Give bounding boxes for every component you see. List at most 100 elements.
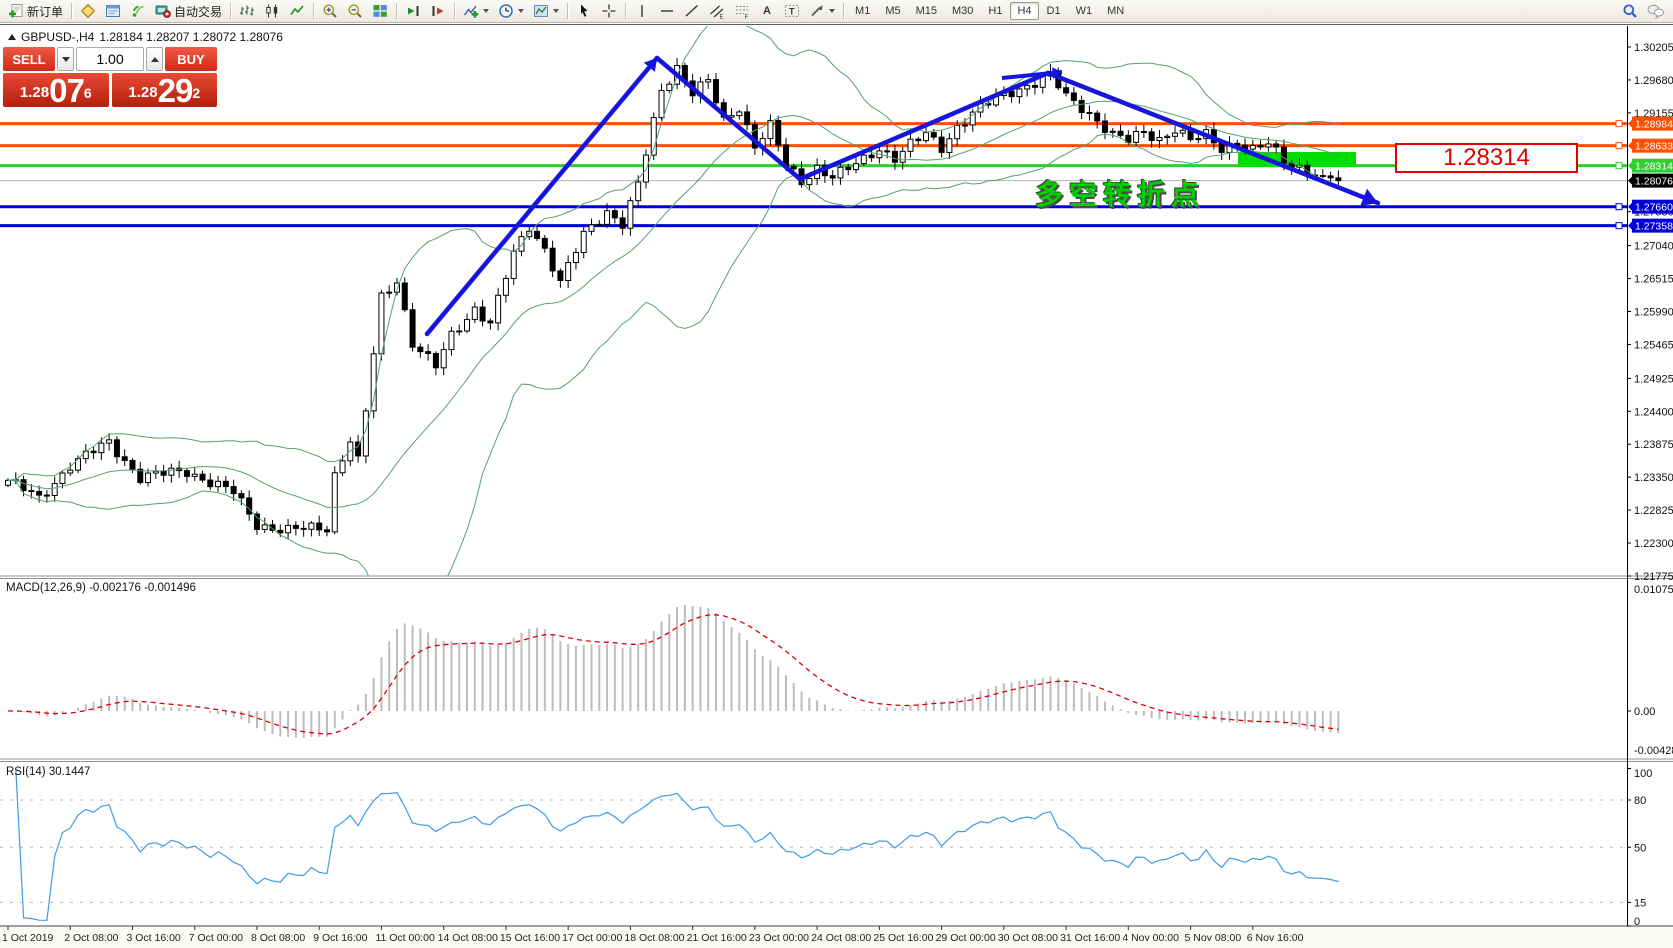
timeframe-h1[interactable]: H1 [981,2,1009,20]
new-order-icon [8,3,24,19]
timeframe-m1[interactable]: M1 [848,2,877,20]
horizontal-line-button[interactable] [655,1,679,21]
symbol-collapse-icon[interactable] [8,34,16,40]
cursor-button[interactable] [572,1,596,21]
separator [567,3,568,19]
price-tick-label: 1.22300 [1634,538,1673,550]
crosshair-icon [601,3,617,19]
volume-up-button[interactable] [146,47,163,71]
svg-text:1.28984: 1.28984 [1635,119,1673,131]
line-chart-icon [289,3,305,19]
fibonacci-button[interactable]: F [730,1,754,21]
dropdown-caret [483,9,489,13]
chat-button[interactable] [1643,1,1669,21]
text-tool-button[interactable]: A [755,1,779,21]
text-label-button[interactable]: T [780,1,804,21]
timeframe-w1[interactable]: W1 [1069,2,1100,20]
rsi-axis-label: 100 [1634,768,1652,780]
svg-text:1.28633: 1.28633 [1635,141,1673,153]
autotrade-label: 自动交易 [174,3,222,20]
dropdown-caret [518,9,524,13]
navigator-icon [130,3,146,19]
sell-button[interactable]: SELL [3,47,55,71]
text-label-icon: T [784,3,800,19]
tile-windows-button[interactable] [368,1,392,21]
time-axis-label: 21 Oct 16:00 [687,932,747,944]
price-tick-label: 1.27040 [1634,241,1673,253]
rsi-axis-label: 80 [1634,795,1646,807]
candle-chart-button[interactable] [260,1,284,21]
time-axis-label: 29 Oct 00:00 [936,932,996,944]
line-end-marker [1616,163,1622,169]
arrows-tool-icon [809,3,825,19]
tile-windows-icon [372,3,388,19]
horizontal-line-icon [659,3,675,19]
time-axis-label: 17 Oct 00:00 [562,932,622,944]
new-order-button[interactable]: 新订单 [4,1,67,21]
ohlc-values: 1.28184 1.28207 1.28072 1.28076 [99,30,283,44]
auto-scroll-button[interactable] [401,1,425,21]
chart-shift-icon [430,3,446,19]
price-callout: 1.28314 [1395,143,1578,173]
chart-shift-button[interactable] [426,1,450,21]
line-end-marker [1616,223,1622,229]
bar-chart-button[interactable] [235,1,259,21]
buy-price-prefix: 1.28 [128,80,157,106]
data-window-button[interactable] [101,1,125,21]
separator [313,3,314,19]
sell-price-button[interactable]: 1.28076 [3,73,109,107]
trendline-button[interactable] [680,1,704,21]
vertical-line-button[interactable] [630,1,654,21]
search-button[interactable] [1618,1,1642,21]
separator [230,3,231,19]
timeframe-m30[interactable]: M30 [945,2,980,20]
label-letter: T [789,7,795,17]
buy-button[interactable]: BUY [165,47,217,71]
price-tick-label: 1.22825 [1634,505,1673,517]
price-tick-label: 1.24925 [1634,373,1673,385]
buy-price-big: 29 [158,75,193,106]
caret-down-icon [62,57,70,62]
sell-price-sup: 6 [84,73,92,113]
time-axis-label: 15 Oct 16:00 [500,932,560,944]
timeframe-m5[interactable]: M5 [878,2,907,20]
zoom-out-button[interactable] [343,1,367,21]
fibo-letter: F [745,15,749,20]
price-tick-label: 1.26515 [1634,274,1673,286]
periods-button[interactable] [494,1,528,21]
svg-text:1.28076: 1.28076 [1635,176,1673,188]
price-tick-label: 1.29680 [1634,75,1673,87]
timeframe-mn[interactable]: MN [1100,2,1131,20]
price-tick-label: 1.25990 [1634,306,1673,318]
new-order-label: 新订单 [27,3,63,20]
templates-button[interactable] [529,1,563,21]
channel-button[interactable]: E [705,1,729,21]
caret-up-icon [151,57,159,62]
navigator-button[interactable] [126,1,150,21]
rsi-axis-label: 0 [1634,916,1640,928]
volume-down-button[interactable] [57,47,74,71]
time-axis-label: 4 Nov 00:00 [1122,932,1179,944]
separator [625,3,626,19]
autotrade-button[interactable]: 自动交易 [151,1,226,21]
zoom-in-button[interactable] [318,1,342,21]
buy-price-button[interactable]: 1.28292 [112,73,218,107]
arrows-tool-button[interactable] [805,1,839,21]
market-watch-button[interactable] [76,1,100,21]
fibonacci-icon: F [734,3,750,19]
timeframe-h4[interactable]: H4 [1010,2,1038,20]
timeframe-m15[interactable]: M15 [909,2,944,20]
time-axis-label: 24 Oct 08:00 [811,932,871,944]
chart-zone: GBPUSD-,H4 1.28184 1.28207 1.28072 1.280… [0,24,1673,948]
sell-price-prefix: 1.28 [20,80,49,106]
timeframe-d1[interactable]: D1 [1040,2,1068,20]
macd-label: MACD(12,26,9) -0.002176 -0.001496 [6,582,196,594]
indicators-button[interactable] [459,1,493,21]
time-axis-label: 30 Oct 08:00 [998,932,1058,944]
crosshair-button[interactable] [597,1,621,21]
line-chart-button[interactable] [285,1,309,21]
candle-chart-icon [264,3,280,19]
volume-input[interactable]: 1.00 [76,47,144,71]
mt4-window: 新订单 [0,0,1673,948]
price-tick-label: 1.23350 [1634,472,1673,484]
